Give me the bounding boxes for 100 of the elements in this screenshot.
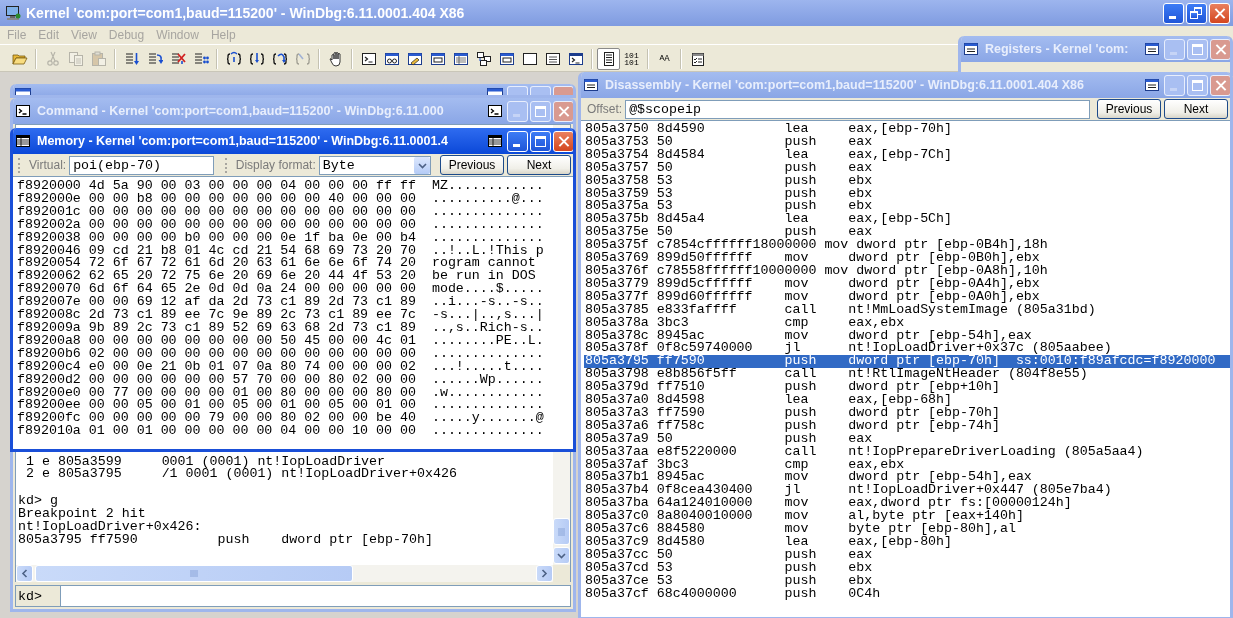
checklist-icon: [689, 50, 706, 67]
disassembly-line[interactable]: 805a37cf 68c4000000 push 0C4h: [584, 587, 1230, 601]
disassembly-line[interactable]: 805a3779 899d5cffffff mov dword ptr [ebp-0A4h],ebx: [584, 277, 1230, 291]
blank-window-icon: [521, 50, 538, 67]
memory-row-text: f8920070 6d 6f 64 65 2e 0d 0d 0a 24 00 00 00 00 00 mode....$.....: [17, 283, 545, 297]
disassembly-line[interactable]: 805a37a6 ff758c push dword ptr [ebp-74h]: [584, 419, 1230, 433]
memory-row-text: f892008c 2d 73 c1 89 ee 7c 9e 89 2c 73 c1 89 ee 7c -s...|..,s...|: [17, 309, 545, 322]
memory-row-text: f8920054 72 6f 67 72 61 6d 20 63 61 6e 6e 6f 74 20 rogram cannot: [17, 257, 537, 271]
format-dropdown[interactable]: Byte: [318, 155, 431, 175]
restore-button[interactable]: [1186, 2, 1207, 24]
window-icon: [487, 86, 503, 95]
disassembly-line[interactable]: 805a379d ff7510 push dword ptr [ebp+10h]: [584, 381, 1230, 395]
disassembly-line[interactable]: 805a3754 8d4584 lea eax,[ebp-7Ch]: [584, 148, 1230, 162]
field-label: Display format:: [235, 158, 316, 172]
memory-row-text: f89200c4 e0 00 0e 21 0b 01 07 0a 80 74 00 00 00 02 ...!.....t....: [17, 360, 545, 374]
window-title: Kernel 'com:port=com1,baud=115200' - WinDbg:6.11.0001.404 X86: [26, 5, 466, 21]
disassembly-line[interactable]: 805a37cd 53 push ebx: [584, 561, 1230, 575]
disassembly-line[interactable]: 805a3798 e8b856f5ff call nt!RtlImageNtHeader (804f8e55): [584, 368, 1230, 382]
toolbar-button[interactable]: 101 101: [620, 47, 643, 70]
terminal-icon: [15, 103, 31, 119]
output-line: nt!IopLoadDriver+0x426:: [18, 521, 203, 535]
command-input[interactable]: [61, 585, 571, 607]
horizontal-scrollbar[interactable]: [16, 565, 553, 582]
close-button[interactable]: [1210, 74, 1230, 96]
disassembly-line[interactable]: 805a37c9 8d4580 lea eax,[ebp-80h]: [584, 536, 1230, 549]
memory-row-text: f89200fc 00 00 00 00 00 79 00 00 80 02 00 00 be 40 .....y.......@: [17, 412, 545, 426]
memory-row-text: f89200d2 00 00 00 00 00 00 57 70 00 00 80 02 00 00 ......Wp......: [17, 373, 545, 387]
disassembly-line[interactable]: 805a3785 e833faffff call nt!MmLoadSystemImage (805a31bd): [584, 303, 1230, 317]
prompt-label: kd>: [15, 585, 61, 607]
disassembly-line[interactable]: 805a37aa e8f5220000 call nt!IopPrepareDriverLoading (805a5aa4): [584, 445, 1230, 459]
disassembly-line[interactable]: 805a37ce 53 push ebx: [584, 574, 1230, 588]
memory-row-text: f892009a 9b 89 2c 73 c1 89 52 69 63 68 2d 73 c1 89 ..,s..Rich-s..: [17, 321, 545, 335]
disassembly-line[interactable]: 805a3769 899d50ffffff mov dword ptr [ebp-0B0h],ebx: [584, 252, 1230, 265]
output-line: 805a3795 ff7590 push dword ptr [ebp-70h]: [18, 534, 434, 547]
clipboard-icon: [90, 50, 107, 67]
disassembly-line[interactable]: 805a37af 3bc3 cmp eax,ebx: [584, 458, 1230, 472]
text-cross-icon: [169, 50, 186, 67]
disassembly-line[interactable]: 805a37c6 884580 mov byte ptr [ebp-80h],al: [584, 523, 1230, 536]
next-button[interactable]: Next: [507, 155, 571, 175]
braces-arrow-icon: [225, 50, 242, 67]
chevron-down-icon: [557, 552, 566, 559]
chevron-right-icon: [541, 569, 548, 578]
field-label: Offset:: [587, 102, 623, 116]
memory-row-text: f8920062 62 65 20 72 75 6e 20 69 6e 20 44 4f 53 20 be run in DOS: [17, 270, 536, 284]
window-icon: [429, 50, 446, 67]
disassembly-line[interactable]: 805a3753 50 push eax: [584, 135, 1230, 149]
braces-arrow-icon: [248, 50, 265, 67]
next-button[interactable]: Next: [1164, 99, 1228, 119]
computer-icon: [5, 5, 21, 21]
window-icon: [583, 77, 599, 93]
close-button[interactable]: [1210, 38, 1230, 60]
memory-row-text: f89200ee 00 00 05 00 01 00 05 00 01 00 05 00 01 00 ..............: [17, 399, 545, 413]
braces-arrow-icon: [294, 50, 311, 67]
disassembly-line[interactable]: 805a377f 899d60ffffff mov dword ptr [ebp-0A0h],ebx: [584, 290, 1230, 304]
scissors-icon: [44, 50, 61, 67]
scroll-right-button[interactable]: [536, 565, 553, 582]
braces-arrow-icon: [271, 50, 288, 67]
window-icon: [1144, 41, 1160, 57]
previous-button[interactable]: Previous: [440, 155, 504, 175]
disassembly-line[interactable]: 805a37a0 8d4598 lea eax,[ebp-68h]: [584, 394, 1230, 407]
toolbar-button[interactable]: [597, 47, 620, 70]
scroll-thumb[interactable]: [553, 518, 570, 545]
previous-button[interactable]: Previous: [1097, 99, 1161, 119]
chevron-down-icon: [417, 161, 427, 169]
memory-row-text: f8920038 00 00 00 00 b0 00 00 00 0e 1f ba 0e 00 b4 ..............: [17, 231, 545, 245]
disassembly-line[interactable]: 805a37a9 50 push eax: [584, 432, 1230, 446]
memory-row-text: f892002a 00 00 00 00 00 00 00 00 00 00 00 00 00 00 ..............: [17, 218, 545, 232]
disassembly-line[interactable]: 805a376f c78558ffffff10000000 mov dword ptr [ebp-0A8h],10h: [584, 264, 1230, 278]
disassembly-line[interactable]: 805a37cc 50 push eax: [584, 548, 1230, 562]
disassembly-line[interactable]: 805a3757 50 push eax: [584, 161, 1230, 175]
scrollbar-corner: [553, 565, 570, 582]
scroll-thumb[interactable]: [35, 565, 353, 582]
disassembly-line[interactable]: 805a375b 8d45a4 lea eax,[ebp-5Ch]: [584, 213, 1230, 227]
disassembly-line[interactable]: 805a37c0 8a8040010000 mov al,byte ptr [eax+140h]: [584, 510, 1230, 524]
close-button[interactable]: [553, 100, 573, 122]
disassembly-line[interactable]: 805a378a 3bc3 cmp eax,ebx: [584, 316, 1230, 330]
window-title: Memory - Kernel 'com:port=com1,baud=115200' - WinDbg:6.11.0001.4: [37, 134, 449, 148]
copy-icon: [67, 50, 84, 67]
window-title: Registers - Kernel 'com:: [985, 42, 1130, 56]
disassembly-line[interactable]: 805a3758 53 push ebx: [584, 174, 1230, 188]
window-title: Disassembly - Kernel 'com:port=com1,baud=115200' - WinDbg:6.11.0001.404 X86: [605, 78, 1085, 92]
text-curved-arrow-icon: [146, 50, 163, 67]
disassembly-line[interactable]: 805a375f c7854cffffff18000000 mov dword ptr [ebp-0B4h],18h: [584, 239, 1230, 253]
terminal-icon: [487, 103, 503, 119]
window-pencil-icon: [406, 50, 423, 67]
disassembly-line[interactable]: 805a375e 50 push eax: [584, 226, 1230, 240]
terminal-icon: [567, 50, 584, 67]
offset-field[interactable]: @$scopeip: [625, 99, 1090, 119]
scroll-left-button[interactable]: [16, 565, 33, 582]
field-label: Virtual:: [29, 158, 67, 172]
grid-window-icon: [452, 50, 469, 67]
chevron-left-icon: [21, 569, 28, 578]
scroll-down-button[interactable]: [553, 547, 570, 564]
text-dots-icon: [192, 50, 209, 67]
disassembly-line[interactable]: 805a3750 8d4590 lea eax,[ebp-70h]: [584, 123, 1230, 136]
list-window-icon: [544, 50, 561, 67]
memory-row-text: f8920046 09 cd 21 b8 01 4c cd 21 54 68 69 73 20 70 ..!..L.!This p: [17, 244, 545, 258]
address-field[interactable]: poi(ebp-70): [69, 155, 214, 175]
disassembly-line[interactable]: 805a37a3 ff7590 push dword ptr [ebp-70h]: [584, 406, 1230, 420]
hand-icon: [327, 50, 344, 67]
